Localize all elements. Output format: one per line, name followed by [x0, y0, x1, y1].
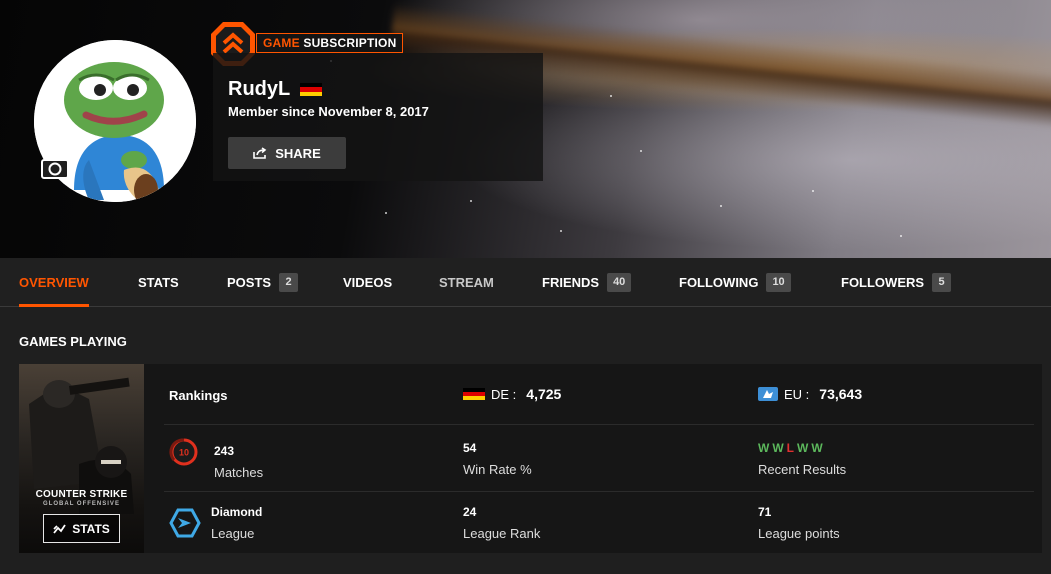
tab-count-badge: 40 [607, 273, 632, 292]
win-rate-value: 54 [463, 441, 477, 455]
ranking-europe: EU : 73,643 [758, 386, 862, 402]
tab-stats[interactable]: STATS [138, 258, 179, 307]
subscription-label-accent: GAME [263, 36, 300, 50]
matches-label: Matches [214, 465, 264, 480]
banner-star [560, 230, 562, 232]
league-value: Diamond [211, 505, 263, 519]
banner-star [470, 200, 472, 202]
change-avatar-camera-icon[interactable] [41, 155, 69, 179]
tab-followers[interactable]: FOLLOWERS 5 [841, 258, 952, 307]
game-cover-image[interactable]: COUNTER STRIKE GLOBAL OFFENSIVE STATS [19, 364, 144, 553]
banner-star [812, 190, 814, 192]
tab-label: OVERVIEW [19, 275, 89, 290]
tab-label: STREAM [439, 275, 494, 290]
europe-region-icon [758, 387, 778, 401]
ranking-germany: DE : 4,725 [463, 386, 561, 402]
games-playing-title: GAMES PLAYING [19, 334, 127, 349]
trend-chart-icon [53, 524, 66, 534]
ranking-region-eu: EU : [784, 386, 810, 402]
game-title: COUNTER STRIKE [35, 489, 128, 500]
tab-overview[interactable]: OVERVIEW [19, 258, 89, 307]
game-subtitle: GLOBAL OFFENSIVE [43, 501, 120, 507]
ranking-region-de: DE : [491, 386, 517, 402]
share-icon [253, 147, 267, 159]
tab-friends[interactable]: FRIENDS 40 [542, 258, 632, 307]
win-rate-stat: 54 Win Rate % [463, 441, 532, 477]
diamond-league-icon [169, 508, 201, 538]
stats-button-label: STATS [72, 521, 110, 536]
banner-star [720, 205, 722, 207]
tab-label: POSTS [227, 275, 272, 290]
game-cover-logo: COUNTER STRIKE GLOBAL OFFENSIVE [19, 489, 144, 507]
subscription-label-text: SUBSCRIPTION [303, 36, 397, 50]
recent-results-label: Recent Results [758, 462, 847, 477]
tab-label: STATS [138, 275, 179, 290]
league-rank-value: 24 [463, 505, 477, 519]
result-win: W [772, 441, 784, 455]
recent-results-stat: W W L W W Recent Results [758, 441, 846, 477]
share-button[interactable]: SHARE [228, 137, 346, 169]
league-stat: Diamond League [211, 505, 262, 541]
tab-stream[interactable]: STREAM [439, 258, 494, 307]
game-card: COUNTER STRIKE GLOBAL OFFENSIVE STATS Ra… [19, 364, 1042, 553]
ranking-value-eu: 73,643 [819, 386, 863, 402]
banner-star [900, 235, 902, 237]
recent-results: W W L W W [758, 441, 846, 455]
result-win: W [758, 441, 770, 455]
tab-posts[interactable]: POSTS 2 [227, 258, 299, 307]
result-win: W [797, 441, 809, 455]
result-win: W [811, 441, 823, 455]
tab-label: FOLLOWERS [841, 275, 925, 290]
matches-value: 243 [214, 444, 235, 458]
game-stats-button[interactable]: STATS [43, 514, 120, 543]
tab-count-badge: 5 [932, 273, 952, 292]
tab-count-badge: 10 [766, 273, 791, 292]
league-rank-label: League Rank [463, 526, 541, 541]
banner-star [610, 95, 612, 97]
league-rank-stat: 24 League Rank [463, 505, 540, 541]
league-points-label: League points [758, 526, 840, 541]
rankings-label: Rankings [169, 388, 228, 403]
tab-label: FRIENDS [542, 275, 600, 290]
tab-count-badge: 2 [279, 273, 299, 292]
league-label: League [211, 526, 255, 541]
profile-tabs: OVERVIEW STATS POSTS 2 VIDEOS STREAM FRI… [0, 258, 1051, 307]
germany-flag-icon [463, 387, 485, 401]
ranking-value-de: 4,725 [526, 386, 562, 402]
subscription-label: GAME SUBSCRIPTION [256, 33, 404, 53]
league-points-value: 71 [758, 505, 772, 519]
tab-label: FOLLOWING [679, 275, 759, 290]
skill-level-icon: 10 [169, 438, 198, 466]
share-button-label: SHARE [275, 145, 321, 161]
skill-level-number: 10 [179, 448, 189, 458]
win-rate-label: Win Rate % [463, 462, 532, 477]
row-divider [164, 424, 1034, 425]
row-divider [164, 491, 1034, 492]
member-since: Member since November 8, 2017 [228, 104, 429, 119]
username: RudyL [228, 78, 291, 100]
result-loss: L [786, 441, 794, 455]
league-points-stat: 71 League points [758, 505, 840, 541]
banner-star [385, 212, 387, 214]
profile-card: RudyL Member since November 8, 2017 SHAR… [213, 53, 543, 181]
tab-label: VIDEOS [343, 275, 393, 290]
tab-following[interactable]: FOLLOWING 10 [679, 258, 791, 307]
tab-videos[interactable]: VIDEOS [343, 258, 392, 307]
germany-flag-icon [300, 83, 322, 96]
banner-star [640, 150, 642, 152]
matches-stat: 243 Matches [214, 444, 263, 480]
